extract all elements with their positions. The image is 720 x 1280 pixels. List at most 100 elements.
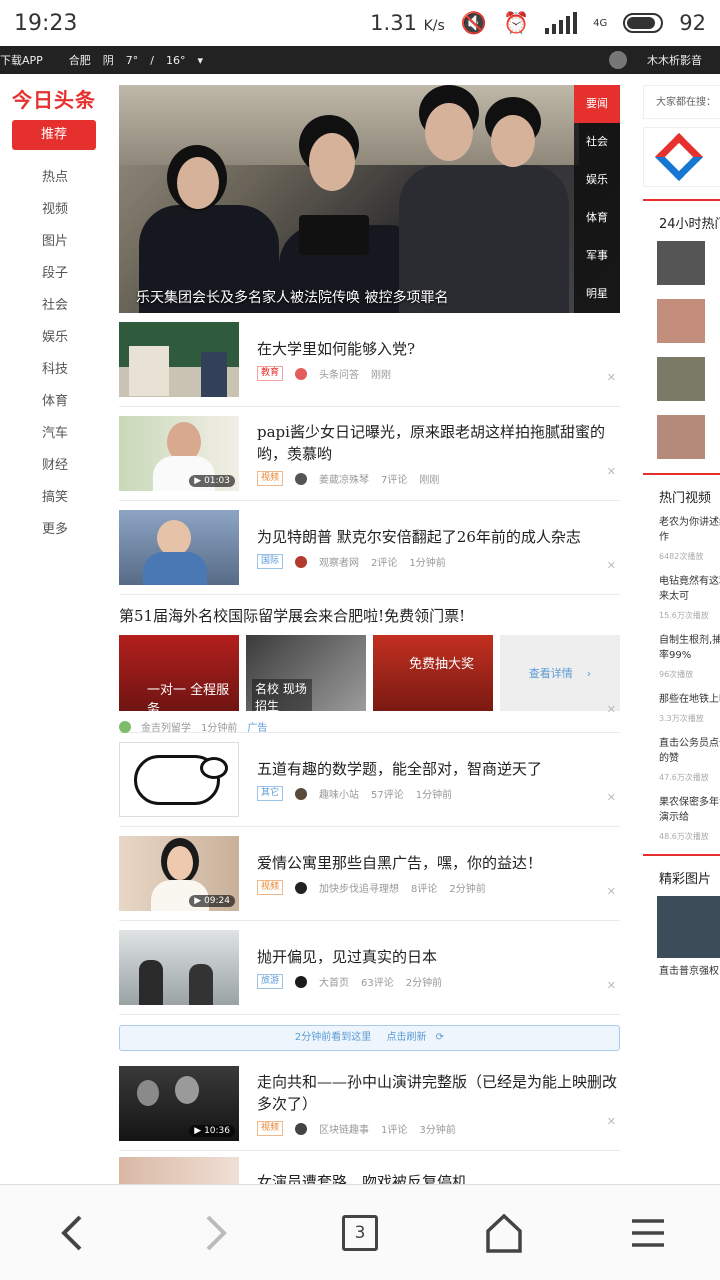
nav-item[interactable]: 热点: [42, 162, 108, 194]
news-comments[interactable]: 2评论: [371, 554, 397, 569]
hot-video-item[interactable]: 那些在地铁上噗3.3万次播放: [659, 692, 720, 726]
news-item[interactable]: 五道有趣的数学题，能全部对，智商逆天了 其它 趣味小站 57评论 1分钟前 ✕: [119, 733, 620, 827]
close-icon[interactable]: ✕: [607, 979, 616, 992]
news-title[interactable]: papi酱少女日记曝光，原来跟老胡这样拍拖腻甜蜜的哟，羡慕哟: [257, 421, 620, 465]
ad-source[interactable]: 金吉列留学: [141, 719, 191, 734]
back-button[interactable]: [42, 1203, 102, 1263]
news-title[interactable]: 为见特朗普 默克尔安倍翻起了26年前的成人杂志: [257, 526, 620, 548]
hot-video-item[interactable]: 电钻竟然有这利用起来太可15.6万次播放: [659, 574, 720, 623]
news-thumbnail[interactable]: [119, 742, 239, 817]
news-item[interactable]: ▶ 10:36 走向共和——孙中山演讲完整版（已经是为能上映删改多次了） 视频 …: [119, 1057, 620, 1151]
hot-thumb[interactable]: [657, 357, 705, 401]
hot-video-item[interactable]: 自制生根剂,捕成活率99%96次播放: [659, 633, 720, 682]
temp-low: 7°: [125, 53, 139, 67]
news-time: 刚刚: [371, 370, 392, 381]
news-item[interactable]: ▶ 09:24 爱情公寓里那些自黑广告，嘿，你的益达！ 视频 加快步伐追寻理想 …: [119, 827, 620, 921]
news-source[interactable]: 区块链趣事: [319, 1121, 369, 1136]
nav-item[interactable]: 娱乐: [42, 322, 108, 354]
site-logo[interactable]: 今日头条: [0, 74, 108, 120]
close-icon[interactable]: ✕: [607, 791, 616, 804]
news-item[interactable]: 为见特朗普 默克尔安倍翻起了26年前的成人杂志 国际 观察者网 2评论 1分钟前…: [119, 501, 620, 595]
nav-item[interactable]: 搞笑: [42, 482, 108, 514]
news-title[interactable]: 抛开偏见，见过真实的日本: [257, 946, 620, 968]
news-comments[interactable]: 7评论: [381, 471, 407, 486]
menu-button[interactable]: [618, 1203, 678, 1263]
tabs-button[interactable]: 3: [330, 1203, 390, 1263]
news-source[interactable]: 加快步伐追寻理想: [319, 880, 399, 895]
hero-tab[interactable]: 娱乐: [574, 161, 620, 199]
ad-image[interactable]: 一对一 全程服务: [119, 635, 239, 711]
hero-caption[interactable]: 乐天集团会长及多名家人被法院传唤 被控多项罪名: [136, 287, 448, 307]
close-icon[interactable]: ✕: [607, 559, 616, 572]
ad-block[interactable]: 第51届海外名校国际留学展会来合肥啦!免费领门票! 一对一 全程服务 名校 现场…: [119, 595, 620, 734]
hot-thumb[interactable]: [657, 241, 705, 285]
news-thumbnail[interactable]: [119, 930, 239, 1005]
nav-item[interactable]: 社会: [42, 290, 108, 322]
ad-title[interactable]: 第51届海外名校国际留学展会来合肥啦!免费领门票!: [119, 595, 620, 635]
news-item[interactable]: 在大学里如何能够入党? 教育 头条问答 刚刚 ✕: [119, 313, 620, 407]
news-comments[interactable]: 63评论: [361, 974, 394, 989]
video-duration: ▶ 10:36: [189, 1125, 235, 1137]
nav-item[interactable]: 科技: [42, 354, 108, 386]
news-comments[interactable]: 8评论: [411, 880, 437, 895]
forward-button[interactable]: [186, 1203, 246, 1263]
hot-video-item[interactable]: 直击公务员点个大大的赞47.6万次播放: [659, 736, 720, 785]
nav-item[interactable]: 段子: [42, 258, 108, 290]
news-title[interactable]: 爱情公寓里那些自黑广告，嘿，你的益达！: [257, 852, 620, 874]
chevron-down-icon[interactable]: ▾: [198, 54, 204, 67]
hot-video-item[interactable]: 老农为你讲述细节操作6482次播放: [659, 515, 720, 564]
city-label[interactable]: 合肥: [69, 52, 91, 68]
nav-item[interactable]: 财经: [42, 450, 108, 482]
download-app-link[interactable]: 下载APP: [0, 52, 43, 68]
close-icon[interactable]: ✕: [607, 371, 616, 384]
promo-logo[interactable]: [643, 127, 720, 187]
temp-high: 16°: [166, 53, 186, 67]
close-icon[interactable]: ✕: [607, 465, 616, 478]
nav-item[interactable]: 图片: [42, 226, 108, 258]
nav-item[interactable]: 视频: [42, 194, 108, 226]
news-source[interactable]: 趣味小站: [319, 786, 359, 801]
news-source[interactable]: 头条问答: [319, 366, 359, 381]
news-source[interactable]: 大首页: [319, 974, 349, 989]
nav-item[interactable]: 体育: [42, 386, 108, 418]
news-item[interactable]: 抛开偏见，见过真实的日本 旅游 大首页 63评论 2分钟前 ✕: [119, 921, 620, 1015]
news-title[interactable]: 五道有趣的数学题，能全部对，智商逆天了: [257, 758, 620, 780]
ad-image[interactable]: 名校 现场招生: [246, 635, 366, 711]
news-title[interactable]: 在大学里如何能够入党?: [257, 338, 620, 360]
ad-more-button[interactable]: 查看详情 ›: [500, 635, 620, 711]
ad-image[interactable]: 免费抽大奖: [373, 635, 493, 711]
news-thumbnail[interactable]: [119, 510, 239, 585]
news-source[interactable]: 观察者网: [319, 554, 359, 569]
news-thumbnail[interactable]: ▶ 01:03: [119, 416, 239, 491]
hero-carousel[interactable]: 乐天集团会长及多名家人被法院传唤 被控多项罪名 要闻 社会 娱乐 体育 军事 明…: [119, 85, 620, 313]
hero-tab[interactable]: 军事: [574, 237, 620, 275]
user-menu[interactable]: 木木析影音: [609, 51, 714, 69]
news-thumbnail[interactable]: ▶ 09:24: [119, 836, 239, 911]
hot-thumb[interactable]: [657, 299, 705, 343]
close-icon[interactable]: ✕: [607, 1115, 616, 1128]
news-thumbnail[interactable]: ▶ 10:36: [119, 1066, 239, 1141]
close-icon[interactable]: ✕: [607, 703, 616, 716]
home-button[interactable]: [474, 1203, 534, 1263]
refresh-bar[interactable]: 2分钟前看到这里 点击刷新 ⟳: [119, 1025, 620, 1051]
close-icon[interactable]: ✕: [607, 885, 616, 898]
news-title[interactable]: 走向共和——孙中山演讲完整版（已经是为能上映删改多次了）: [257, 1071, 620, 1115]
news-comments[interactable]: 1评论: [381, 1121, 407, 1136]
hero-tab[interactable]: 体育: [574, 199, 620, 237]
nav-item-active[interactable]: 推荐: [12, 120, 96, 150]
pic-caption[interactable]: 直击普京强权: [659, 964, 720, 979]
news-thumbnail[interactable]: [119, 322, 239, 397]
hot-thumb[interactable]: [657, 415, 705, 459]
hero-tab[interactable]: 明星: [574, 275, 620, 313]
refresh-link[interactable]: 点击刷新: [386, 1032, 426, 1043]
refresh-icon[interactable]: ⟳: [436, 1032, 444, 1043]
news-source[interactable]: 姜葳凉殊琴: [319, 471, 369, 486]
hero-tab[interactable]: 要闻: [574, 85, 620, 123]
pic-thumb[interactable]: [657, 896, 720, 958]
news-item[interactable]: ▶ 01:03 papi酱少女日记曝光，原来跟老胡这样拍拖腻甜蜜的哟，羡慕哟 视…: [119, 407, 620, 501]
hot-video-item[interactable]: 果农保密多年法详细演示给48.6万次播放: [659, 795, 720, 844]
hero-tab[interactable]: 社会: [574, 123, 620, 161]
nav-item[interactable]: 汽车: [42, 418, 108, 450]
nav-item[interactable]: 更多: [42, 514, 108, 546]
news-comments[interactable]: 57评论: [371, 786, 404, 801]
